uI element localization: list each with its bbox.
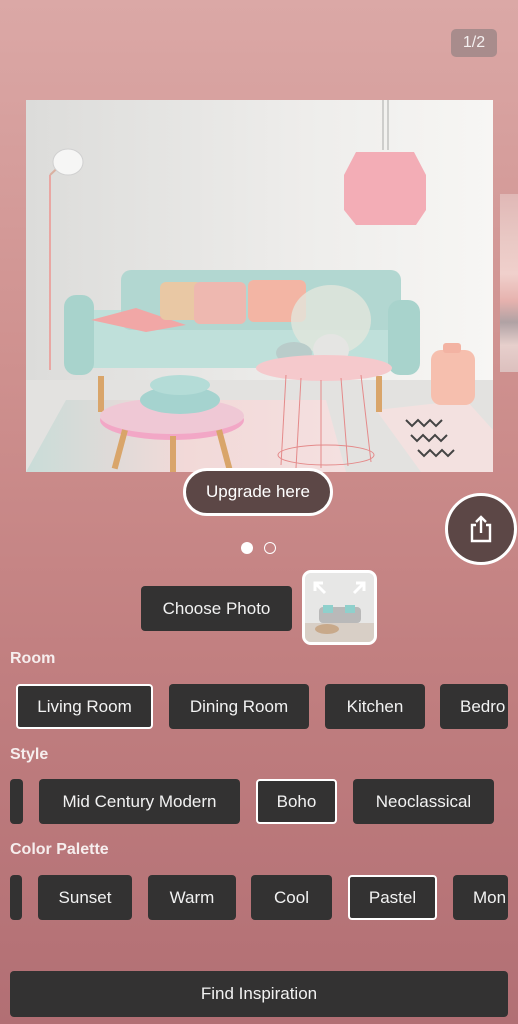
room-section-label: Room <box>10 650 56 667</box>
style-option-neoclassical[interactable]: Neoclassical <box>353 779 494 824</box>
style-option-mid-century-modern[interactable]: Mid Century Modern <box>39 779 240 824</box>
room-illustration <box>26 100 493 472</box>
palette-option-cool[interactable]: Cool <box>251 875 332 920</box>
style-options: Mid Century Modern Boho Neoclassical <box>0 779 518 827</box>
palette-option-pastel[interactable]: Pastel <box>348 875 437 920</box>
next-image-peek[interactable] <box>500 194 518 372</box>
palette-option-warm[interactable]: Warm <box>148 875 236 920</box>
page-counter-badge: 1/2 <box>451 29 497 57</box>
page-dot-1[interactable] <box>241 542 253 554</box>
palette-option-monochrome[interactable]: Mon <box>453 875 508 920</box>
find-inspiration-button[interactable]: Find Inspiration <box>10 971 508 1017</box>
room-option-bedroom[interactable]: Bedro <box>440 684 508 729</box>
generated-room-image[interactable] <box>26 100 493 472</box>
room-options: Living Room Dining Room Kitchen Bedro <box>0 684 518 732</box>
page-indicator <box>241 542 276 554</box>
palette-option-sunset[interactable]: Sunset <box>38 875 132 920</box>
choose-photo-button[interactable]: Choose Photo <box>141 586 292 631</box>
selected-photo-thumbnail[interactable] <box>302 570 377 645</box>
color-palette-section-label: Color Palette <box>10 841 109 858</box>
room-option-kitchen[interactable]: Kitchen <box>325 684 425 729</box>
style-option-boho[interactable]: Boho <box>256 779 337 824</box>
color-palette-options: Sunset Warm Cool Pastel Mon <box>0 875 518 923</box>
room-option-living-room[interactable]: Living Room <box>16 684 153 729</box>
photo-thumbnail-image <box>305 573 374 642</box>
upgrade-button[interactable]: Upgrade here <box>183 468 333 516</box>
room-option-dining-room[interactable]: Dining Room <box>169 684 309 729</box>
style-section-label: Style <box>10 746 49 763</box>
share-button[interactable] <box>445 493 517 565</box>
share-icon <box>470 515 492 543</box>
style-option-previous[interactable] <box>10 779 23 824</box>
palette-option-previous[interactable] <box>10 875 22 920</box>
page-dot-2[interactable] <box>264 542 276 554</box>
